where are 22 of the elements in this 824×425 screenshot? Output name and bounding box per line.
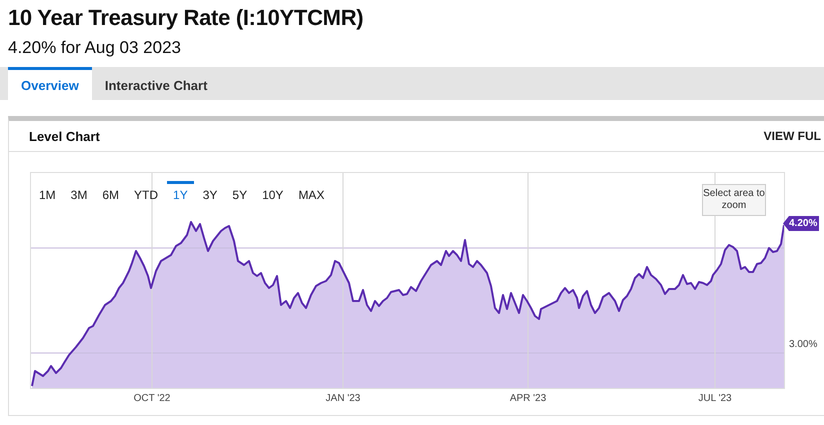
range-button[interactable]: 10Y: [256, 181, 290, 202]
page-title: 10 Year Treasury Rate (I:10YTCMR): [7, 4, 364, 31]
axis-label: 3.00%: [789, 339, 818, 350]
range-button[interactable]: 5Y: [226, 181, 254, 202]
rate-subtitle: 4.20% for Aug 03 2023: [7, 37, 182, 58]
range-button[interactable]: MAX: [292, 181, 330, 202]
range-button[interactable]: 1Y: [167, 181, 194, 202]
last-value-tag: 4.20%: [783, 216, 820, 231]
card-title: Level Chart: [29, 128, 100, 144]
range-button[interactable]: 1M: [33, 181, 62, 202]
range-button[interactable]: 3M: [64, 181, 94, 202]
range-button[interactable]: 6M: [96, 181, 126, 202]
range-button[interactable]: 3Y: [196, 181, 224, 202]
tab[interactable]: Interactive Chart: [92, 67, 220, 100]
axis-label: APR '23: [510, 393, 546, 404]
axis-label: OCT '22: [134, 393, 170, 404]
view-full-link[interactable]: VIEW FUL: [764, 129, 821, 143]
range-button[interactable]: YTD: [128, 181, 164, 202]
axis-label: JUL '23: [698, 393, 732, 404]
axis-label: JAN '23: [326, 393, 360, 404]
zoom-hint: Select area to zoom: [702, 184, 766, 216]
tab[interactable]: Overview: [8, 67, 92, 100]
